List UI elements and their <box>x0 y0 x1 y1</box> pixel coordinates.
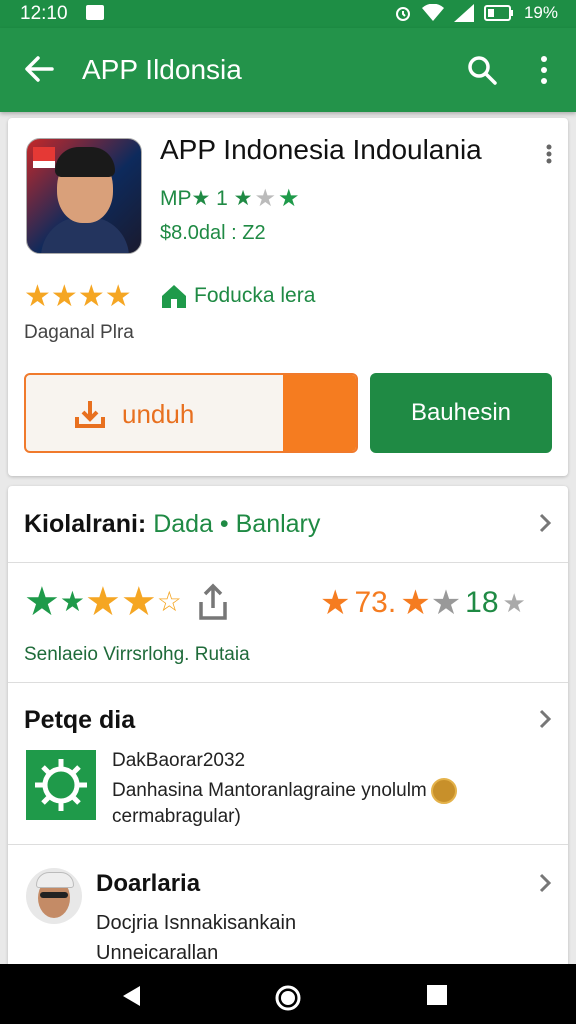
app-bar-title: APP Ildonsia <box>82 54 242 85</box>
coin-icon <box>430 778 457 804</box>
divider <box>8 562 568 563</box>
divider <box>8 844 568 845</box>
app-developer[interactable]: Daganal Plra <box>24 322 134 344</box>
app-rating-stars: ★ ★ ★ ★ <box>24 282 132 312</box>
download-progress-fill <box>283 375 356 451</box>
star-icon: ★ <box>84 580 121 624</box>
star-icon: ★ <box>278 185 300 212</box>
related-header[interactable]: Petqe dia <box>8 682 568 742</box>
search-icon[interactable] <box>466 54 498 86</box>
chevron-right-icon[interactable] <box>538 512 552 534</box>
star-icon: ★ <box>400 584 431 622</box>
related-line-1: DakBaorar2032 <box>112 750 246 771</box>
star-icon: ★ <box>254 185 277 212</box>
app-price: $8.0dal : Z2 <box>160 222 266 244</box>
home-icon <box>162 285 186 308</box>
developer-line-1: Docjria Isnnakisankain <box>96 912 297 934</box>
wifi-icon <box>421 4 444 21</box>
star-icon: ★ <box>120 580 157 624</box>
navigation-bar <box>0 964 576 1024</box>
rating-value-b: 18 <box>465 586 499 619</box>
battery-level: 19% <box>523 3 558 22</box>
signal-icon <box>453 4 474 22</box>
message-icon <box>86 5 104 20</box>
app-name: APP Indonesia Indoulania <box>160 134 482 165</box>
ratings-values: ★ 73. ★ ★ 18 ★ <box>320 586 526 620</box>
status-bar: 12:10 19% <box>0 0 576 28</box>
download-label: unduh <box>122 399 195 429</box>
app-bar: APP Ildonsia <box>0 28 576 112</box>
settings-app-icon[interactable] <box>26 750 96 820</box>
battery-icon <box>483 5 513 21</box>
card-menu-icon[interactable] <box>546 144 552 164</box>
ratings-header[interactable]: Kiolalrani: Dada • Banlary <box>8 486 568 564</box>
details-card: Kiolalrani: Dada • Banlary ★ ★ ★ ★ ☆ ★ 7… <box>8 486 568 976</box>
back-arrow-icon[interactable] <box>22 52 56 86</box>
ratings-title: Kiolalrani: Dada • Banlary <box>24 510 321 538</box>
developer-title: Doarlaria <box>96 870 201 897</box>
rating-value-a: 73. <box>354 586 397 619</box>
developer-line-2: Unneicarallan <box>96 942 219 964</box>
download-icon <box>75 401 105 428</box>
star-icon: ★ <box>50 280 78 313</box>
secondary-action-button[interactable]: Bauhesin <box>370 373 552 453</box>
nav-back-icon[interactable] <box>120 984 144 1008</box>
status-icons: 19% <box>394 3 558 23</box>
overflow-menu-icon[interactable] <box>534 54 554 86</box>
star-icon: ★ <box>24 280 51 313</box>
star-icon: ★ <box>77 280 105 313</box>
avatar[interactable] <box>26 868 82 924</box>
star-outline-icon: ☆ <box>156 586 182 617</box>
chevron-right-icon[interactable] <box>538 708 552 730</box>
star-icon: ★ <box>59 586 85 617</box>
app-icon <box>26 138 142 254</box>
star-icon: ★ <box>24 580 60 624</box>
related-title: Petqe dia <box>24 706 136 734</box>
ratings-stars: ★ ★ ★ ★ ☆ <box>24 582 230 622</box>
nav-home-icon[interactable] <box>274 984 302 1012</box>
alarm-icon <box>395 7 410 21</box>
star-icon: ★ <box>320 584 351 622</box>
share-icon[interactable] <box>196 582 230 622</box>
app-category[interactable]: Foducka lera <box>194 284 315 308</box>
nav-recents-icon[interactable] <box>426 984 448 1006</box>
app-sub-label: MP★ 1 ★ ★ ★ <box>160 185 300 212</box>
app-header-card: APP Indonesia Indoulania MP★ 1 ★ ★ ★ $8.… <box>8 118 568 476</box>
download-button[interactable]: unduh <box>24 373 358 453</box>
ratings-link[interactable]: Dada • Banlary <box>153 510 320 538</box>
star-icon: ★ <box>430 584 462 622</box>
star-icon: ★ <box>104 280 132 313</box>
ratings-caption: Senlaeio Virrsrlohg. Rutaia <box>24 644 250 665</box>
related-line-2: Danhasina Mantoranlagraine ynolulm <box>112 778 457 804</box>
star-icon: ★ <box>502 588 526 618</box>
chevron-right-icon[interactable] <box>538 872 552 894</box>
related-line-3: cermabragular) <box>112 806 241 827</box>
clock: 12:10 <box>20 3 68 24</box>
